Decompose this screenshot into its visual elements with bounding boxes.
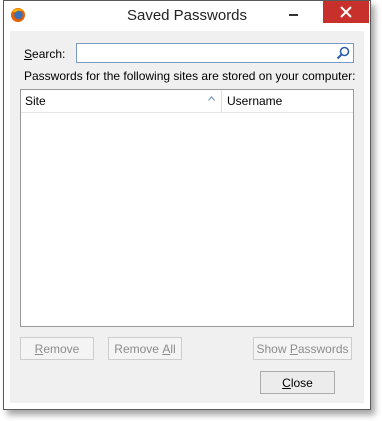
remove-all-button[interactable]: Remove All <box>108 337 182 360</box>
minimize-icon <box>289 14 298 16</box>
show-passwords-button[interactable]: Show Passwords <box>253 337 352 360</box>
remove-button[interactable]: Remove <box>20 337 94 360</box>
column-header-site[interactable]: Site <box>21 90 222 112</box>
passwords-list[interactable]: Site Username <box>20 89 354 327</box>
column-username-label: Username <box>227 94 283 108</box>
list-header: Site Username <box>21 90 353 113</box>
search-row: Search: <box>20 43 354 65</box>
window-title: Saved Passwords <box>126 7 248 24</box>
search-label: Search: <box>24 47 66 61</box>
dialog-content: Search: Passwords for the following site… <box>10 31 364 403</box>
close-button[interactable]: Close <box>260 371 335 394</box>
info-text: Passwords for the following sites are st… <box>24 69 356 83</box>
saved-passwords-window: Saved Passwords Search: Passwords for th… <box>3 0 371 410</box>
sort-ascending-icon <box>208 96 215 101</box>
column-site-label: Site <box>25 94 46 108</box>
close-icon <box>340 6 352 18</box>
magnifier-icon[interactable] <box>336 46 350 60</box>
close-window-button[interactable] <box>323 1 369 23</box>
column-header-username[interactable]: Username <box>223 90 353 112</box>
title-bar[interactable]: Saved Passwords <box>4 1 370 31</box>
minimize-button[interactable] <box>281 1 307 23</box>
search-box[interactable] <box>76 43 354 63</box>
search-input[interactable] <box>80 45 331 61</box>
